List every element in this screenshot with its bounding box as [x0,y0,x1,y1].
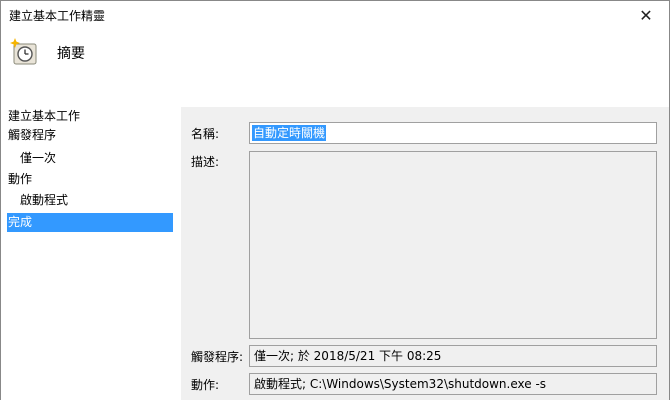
page-title: 摘要 [57,46,85,62]
wizard-window: 建立基本工作精靈 ✕ 摘要 建立基本工作 觸發程序 僅一次 動作 啟動程式 完成… [0,0,670,400]
sidebar-item-finish[interactable]: 完成 [7,213,173,232]
sidebar-item-create-basic-task[interactable]: 建立基本工作 [7,107,173,126]
trigger-label: 觸發程序: [191,350,244,364]
summary-panel: 名稱: 自動定時關機 描述: 觸發程序: 僅一次; 於 2018/5/21 下午… [181,107,669,400]
description-field[interactable] [249,151,657,339]
close-button[interactable]: ✕ [623,1,669,31]
sidebar-item-trigger[interactable]: 觸發程序 [7,126,173,145]
name-field[interactable]: 自動定時關機 [249,122,657,144]
close-icon: ✕ [639,6,653,25]
action-summary-field[interactable]: 啟動程式; C:\Windows\System32\shutdown.exe -… [249,373,657,395]
wizard-header: 摘要 [1,31,669,107]
description-label: 描述: [191,155,220,169]
name-label: 名稱: [191,127,220,141]
title-bar: 建立基本工作精靈 ✕ [1,1,669,31]
window-title: 建立基本工作精靈 [9,9,106,23]
sidebar-item-start-program[interactable]: 啟動程式 [7,191,173,210]
clock-sparkle-icon [10,38,37,65]
trigger-summary-field[interactable]: 僅一次; 於 2018/5/21 下午 08:25 [249,345,657,367]
sidebar-item-action[interactable]: 動作 [7,170,173,189]
sidebar-item-one-time[interactable]: 僅一次 [7,149,173,168]
action-label: 動作: [191,378,220,392]
name-value-selected: 自動定時關機 [252,125,327,141]
wizard-steps-sidebar: 建立基本工作 觸發程序 僅一次 動作 啟動程式 完成 [1,107,181,400]
